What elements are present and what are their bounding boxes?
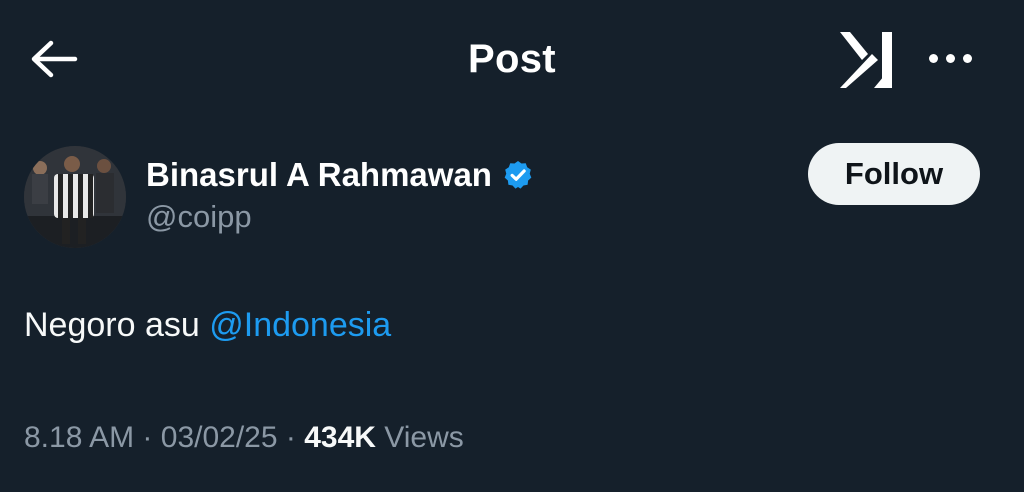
meta-separator: · <box>285 421 296 454</box>
more-horizontal-icon <box>928 53 938 63</box>
verified-badge-icon <box>504 161 532 189</box>
post-date[interactable]: 03/02/25 <box>161 421 278 454</box>
author-name[interactable]: Binasrul A Rahmawan <box>146 156 492 194</box>
meta-separator: · <box>142 421 153 454</box>
mention-link[interactable]: @Indonesia <box>209 306 391 344</box>
avatar[interactable] <box>24 146 126 248</box>
post-body: Negoro asu @Indonesia <box>24 306 391 345</box>
post-meta: 8.18 AM · 03/02/25 · 434K Views <box>24 421 464 455</box>
top-bar: Post <box>0 0 1024 118</box>
post-text: Negoro asu <box>24 306 200 344</box>
views-label: Views <box>384 421 464 454</box>
grok-logo-icon <box>840 32 892 88</box>
more-dot <box>945 53 955 63</box>
follow-button[interactable]: Follow <box>808 143 980 205</box>
more-options-button[interactable] <box>920 40 980 76</box>
avatar-photo <box>24 146 126 248</box>
author-name-row: Binasrul A Rahmawan <box>146 154 534 196</box>
author-handle[interactable]: @coipp <box>146 199 252 235</box>
post-time[interactable]: 8.18 AM <box>24 421 134 454</box>
more-dot <box>962 53 972 63</box>
grok-button[interactable] <box>834 28 898 90</box>
views-count[interactable]: 434K <box>304 421 376 454</box>
